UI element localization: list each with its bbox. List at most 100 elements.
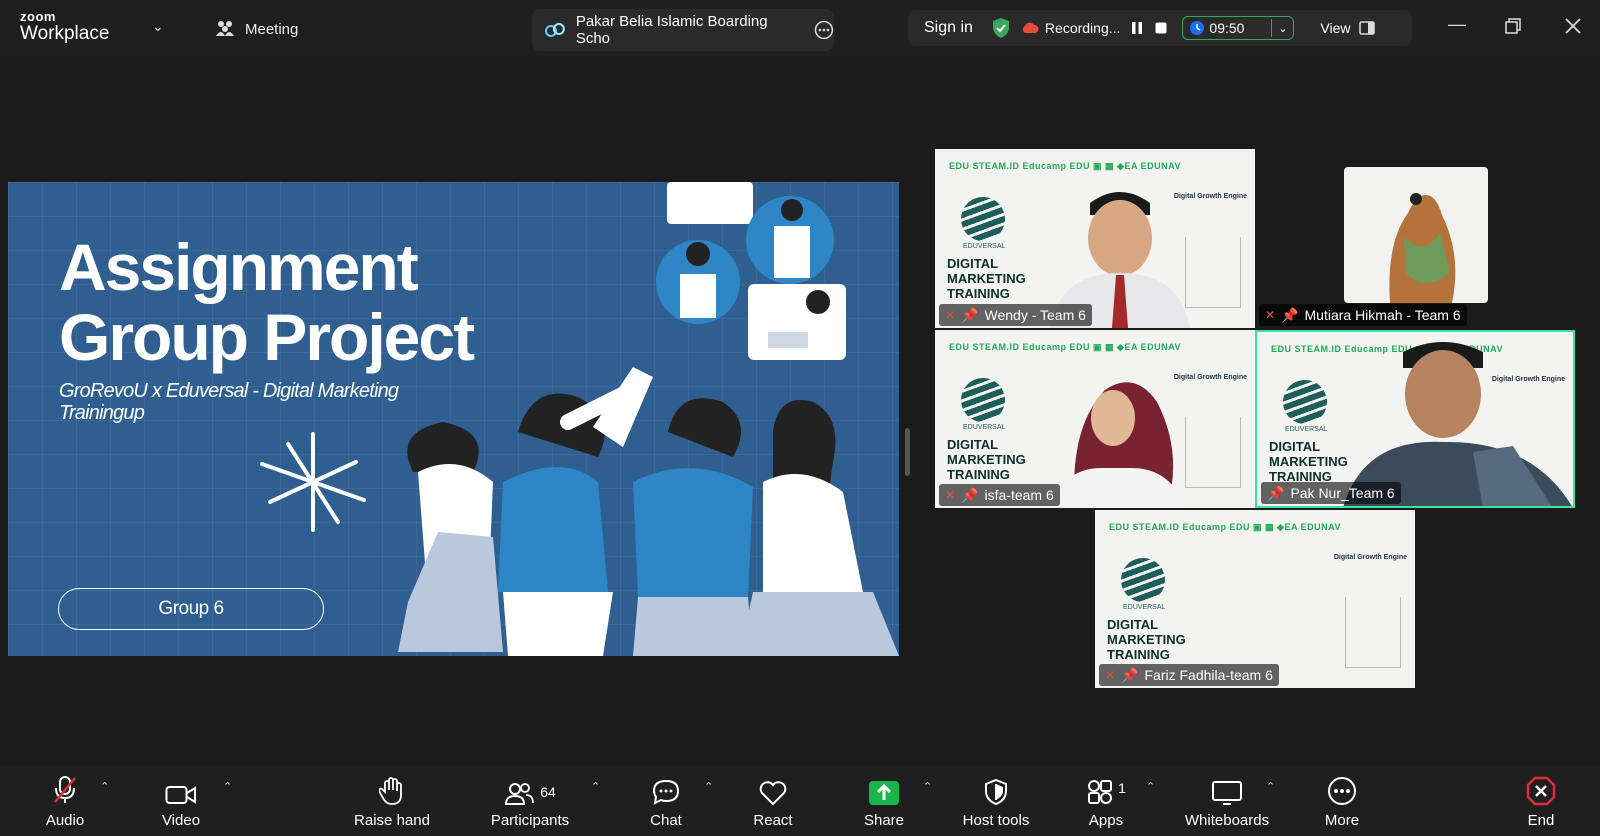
participant-tile[interactable]: EDU STEAM.ID Educamp EDU ▣ ▦ ◆EA EDUNAV … [935,330,1255,508]
view-label: View [1320,20,1351,36]
chevron-down-icon[interactable]: ⌄ [1278,22,1287,35]
restore-icon[interactable] [1505,18,1521,34]
host-tools-button[interactable]: Host tools [956,766,1036,836]
raise-hand-icon [379,777,402,805]
top-bar: zoom Workplace ⌄ Meeting Pakar Belia Isl… [0,0,1600,56]
participants-count: 64 [540,784,556,800]
mic-muted-icon: ✕ [1105,668,1116,682]
raise-hand-button[interactable]: Raise hand [352,766,432,836]
mic-muted-icon: ✕ [945,308,956,322]
stop-recording-icon[interactable] [1154,20,1168,36]
participant-name: Mutiara Hikmah - Team 6 [1304,307,1461,323]
chat-label: Chat [650,812,682,829]
cloud-record-icon [1022,22,1039,33]
meeting-title-pill[interactable]: Pakar Belia Islamic Boarding Scho [532,9,834,51]
chat-options-caret[interactable]: ⌃ [704,780,713,793]
participant-nameplate: ✕ 📌 Wendy - Team 6 [939,304,1092,326]
eduversal-globe-logo [961,197,1005,241]
react-button[interactable]: React [744,766,802,836]
split-resize-handle[interactable] [905,428,910,476]
participants-label: Participants [490,812,570,829]
host-shield-icon [985,778,1007,806]
meeting-timer[interactable]: 09:50 ⌄ [1182,16,1295,40]
apps-grid-icon [1088,780,1113,804]
eduversal-globe-logo [961,378,1005,422]
zoom-logo: zoom Workplace [20,10,109,43]
participant-avatar-image [1344,167,1488,303]
minimize-icon[interactable]: — [1448,14,1466,35]
video-button[interactable]: Video [152,766,210,836]
whiteboard-icon [1212,781,1242,805]
participant-name: Wendy - Team 6 [984,307,1086,323]
whiteboards-button[interactable]: Whiteboards [1180,766,1274,836]
chat-button[interactable]: Chat [636,766,696,836]
eduversal-globe-logo [1283,380,1327,424]
participant-tile-active-speaker[interactable]: EDU STEAM.ID Educamp EDU ▣ ▦ ◆EA EDUNAV … [1255,330,1575,508]
chat-bubble-icon [652,779,680,805]
whiteboards-label: Whiteboards [1184,812,1270,829]
pin-icon: 📌 [1121,666,1139,683]
pin-icon: 📌 [961,486,979,503]
participants-icon [505,783,535,805]
tile-logo-row: EDU STEAM.ID Educamp EDU ▣ ▦ ◆EA EDUNAV [949,161,1181,171]
apps-options-caret[interactable]: ⌃ [1146,780,1155,793]
participant-nameplate: 📌 Pak Nur_Team 6 [1261,482,1401,504]
recording-status[interactable]: Recording... [1021,20,1120,36]
participant-nameplate: ✕ 📌 isfa-team 6 [939,484,1060,506]
end-label: End [1527,812,1555,829]
participant-name: Pak Nur_Team 6 [1290,485,1395,501]
participant-nameplate: ✕ 📌 Mutiara Hikmah - Team 6 [1259,304,1467,326]
meeting-title: Pakar Belia Islamic Boarding Scho [575,13,768,47]
participant-nameplate: ✕ 📌 Fariz Fadhila-team 6 [1099,664,1279,686]
video-camera-icon [165,786,196,804]
whiteboards-options-caret[interactable]: ⌃ [1266,780,1275,793]
video-options-caret[interactable]: ⌃ [223,780,232,793]
pause-recording-icon[interactable] [1130,20,1144,36]
share-options-caret[interactable]: ⌃ [923,780,932,793]
audio-options-caret[interactable]: ⌃ [100,780,109,793]
group-label-pill: Group 6 [58,588,324,630]
more-label: More [1324,812,1360,829]
clock-icon [1190,21,1205,35]
tile-brand: EDUVERSAL [963,243,1006,250]
meeting-toolbar: Audio ⌃ Video ⌃ Raise hand 64 Participan… [0,766,1600,836]
pin-icon: 📌 [1267,484,1285,501]
slide-title: Assignment Group Project [59,230,475,374]
participant-tile[interactable]: EDU STEAM.ID Educamp EDU ▣ ▦ ◆EA EDUNAV … [1095,510,1415,688]
shared-screen-slide: Assignment Group Project GroRevoU x Eduv… [8,182,899,656]
heart-icon [759,781,787,806]
chevron-down-icon[interactable]: ⌄ [152,18,164,35]
apps-button[interactable]: 1 Apps [1076,766,1136,836]
share-label: Share [863,812,905,829]
people-icon [216,21,234,36]
slide-subtitle: GroRevoU x Eduversal - Digital Marketing… [59,380,399,424]
participant-tile[interactable]: ✕ 📌 Mutiara Hikmah - Team 6 [1255,167,1491,328]
tile-brand: EDUVERSAL [963,424,1006,431]
timer-value: 09:50 [1209,20,1245,36]
tile-logo-row: EDU STEAM.ID Educamp EDU ▣ ▦ ◆EA EDUNAV [1109,522,1341,532]
participants-button[interactable]: 64 Participants [488,766,572,836]
audio-button[interactable]: Audio [36,766,94,836]
eduversal-globe-logo [1121,558,1165,602]
participants-options-caret[interactable]: ⌃ [591,780,600,793]
share-button[interactable]: Share [854,766,914,836]
more-options-icon[interactable] [814,20,834,40]
view-button[interactable]: View [1320,20,1375,36]
group-label: Group 6 [158,598,224,619]
share-screen-icon [869,781,899,805]
close-icon[interactable] [1565,18,1581,34]
sign-in-button[interactable]: Sign in [924,19,973,37]
status-pill: Sign in Recording... 09:50 ⌄ View [908,10,1412,46]
more-button[interactable]: More [1312,766,1372,836]
tile-headline: DIGITAL MARKETING TRAINING [947,437,1026,482]
end-meeting-button[interactable]: End [1512,766,1570,836]
shield-check-icon[interactable] [991,17,1011,39]
audio-label: Audio [45,812,85,829]
participant-name: isfa-team 6 [984,487,1054,503]
meeting-menu[interactable]: Meeting [215,20,298,38]
mic-muted-icon: ✕ [1265,308,1276,322]
participant-tile[interactable]: EDU STEAM.ID Educamp EDU ▣ ▦ ◆EA EDUNAV … [935,149,1255,328]
brand-large: Workplace [20,23,110,44]
tree-graphic [1185,417,1241,488]
tile-headline: DIGITAL MARKETING TRAINING [1107,617,1186,662]
